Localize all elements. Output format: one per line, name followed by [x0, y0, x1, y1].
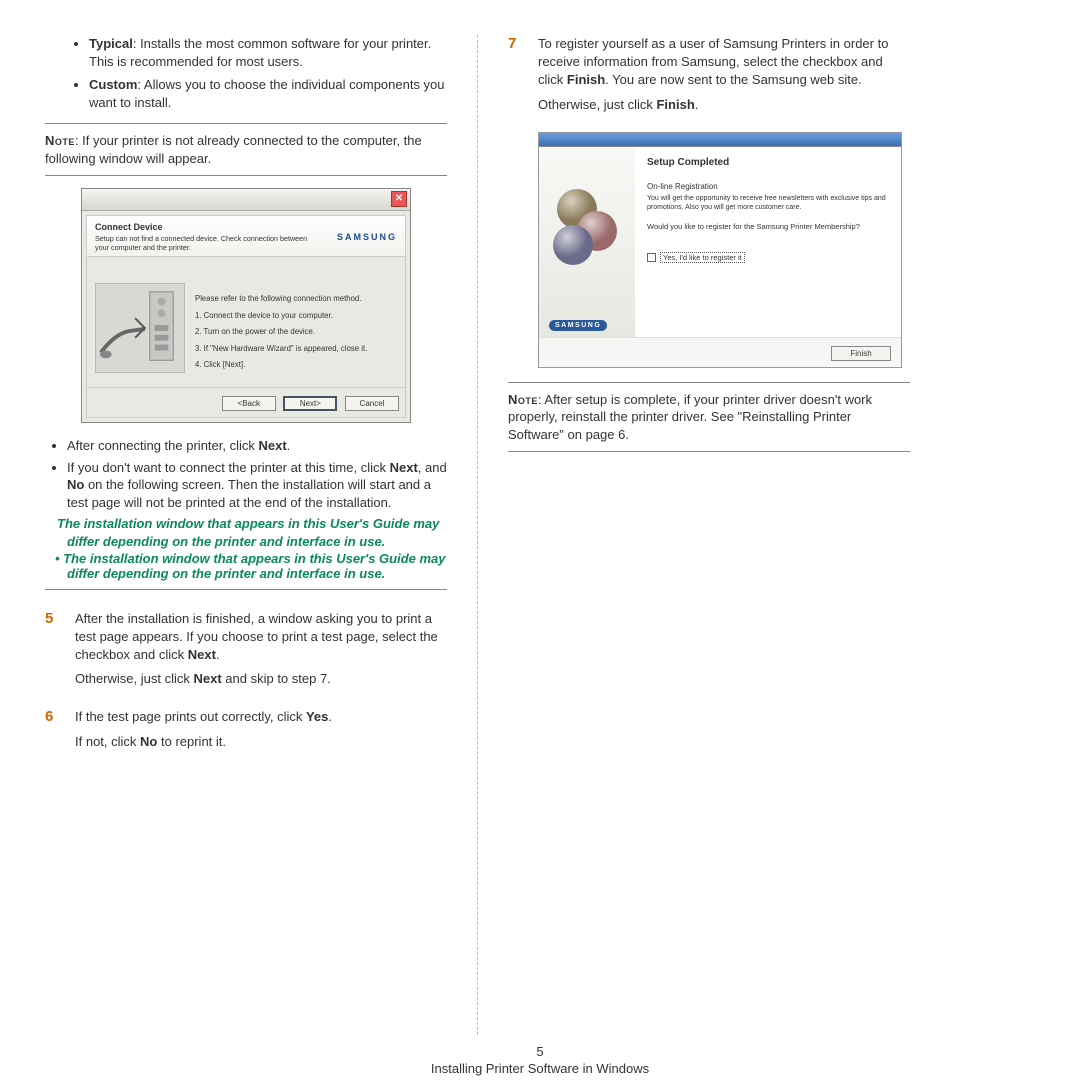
- custom-text: : Allows you to choose the individual co…: [89, 77, 445, 110]
- samsung-logo: SAMSUNG: [549, 320, 607, 331]
- note-body: : After setup is complete, if your print…: [508, 392, 872, 442]
- registration-subhead: On-line Registration: [647, 182, 889, 191]
- typical-text: : Installs the most common software for …: [89, 36, 431, 69]
- step-4: 4. Click [Next].: [195, 359, 367, 371]
- note-reinstall: Note: After setup is complete, if your p…: [508, 389, 910, 448]
- left-column: Typical: Installs the most common softwa…: [45, 35, 473, 1035]
- dialog-titlebar: ✕: [82, 189, 410, 211]
- page-number: 5: [0, 1044, 1080, 1059]
- finish-button[interactable]: Finish: [831, 346, 891, 361]
- rule: [45, 589, 447, 590]
- dialog-subtext: Setup can not find a connected device. C…: [95, 234, 315, 252]
- note-not-connected: Note: If your printer is not already con…: [45, 130, 447, 171]
- green-disclaimer: The installation window that appears in …: [49, 515, 447, 550]
- cancel-button[interactable]: Cancel: [345, 396, 399, 411]
- registration-desc: You will get the opportunity to receive …: [647, 194, 889, 212]
- dialog-sidebar: SAMSUNG: [539, 147, 635, 337]
- step-number: 6: [45, 708, 63, 756]
- install-type-typical: Typical: Installs the most common softwa…: [89, 35, 447, 70]
- custom-label: Custom: [89, 77, 137, 92]
- samsung-logo: SAMSUNG: [337, 232, 397, 242]
- dialog-titlebar: [539, 133, 901, 147]
- install-type-list: Typical: Installs the most common softwa…: [45, 35, 447, 111]
- register-checkbox[interactable]: Yes, I'd like to register it: [647, 253, 889, 263]
- note-body: : If your printer is not already connect…: [45, 133, 422, 166]
- checkbox-label: Yes, I'd like to register it: [660, 252, 745, 263]
- back-button[interactable]: <Back: [222, 396, 276, 411]
- connect-device-dialog: ✕ Connect Device Setup can not find a co…: [81, 188, 411, 423]
- step-7: 7 To register yourself as a user of Sams…: [508, 35, 910, 120]
- step-number: 7: [508, 35, 526, 120]
- registration-question: Would you like to register for the Samsu…: [647, 222, 889, 231]
- right-column: 7 To register yourself as a user of Sams…: [482, 35, 910, 1035]
- page-footer: 5 Installing Printer Software in Windows: [0, 1044, 1080, 1076]
- next-button[interactable]: Next>: [283, 396, 337, 411]
- rule: [45, 175, 447, 176]
- note-prefix: Note: [45, 133, 75, 148]
- install-type-custom: Custom: Allows you to choose the individ…: [89, 76, 447, 111]
- rule: [508, 382, 910, 383]
- note-prefix: Note: [508, 392, 538, 407]
- step-2: 2. Turn on the power of the device.: [195, 326, 367, 338]
- step-6: 6 If the test page prints out correctly,…: [45, 708, 447, 756]
- steps-intro: Please refer to the following connection…: [195, 293, 367, 305]
- step-5: 5 After the installation is finished, a …: [45, 610, 447, 695]
- checkbox-icon[interactable]: [647, 253, 656, 262]
- step-1: 1. Connect the device to your computer.: [195, 310, 367, 322]
- rule: [508, 451, 910, 452]
- green-disclaimer: • The installation window that appears i…: [45, 551, 447, 581]
- column-divider: [477, 35, 478, 1035]
- skip-connect: If you don't want to connect the printer…: [67, 459, 447, 512]
- dialog-heading: Connect Device: [95, 222, 315, 232]
- close-icon[interactable]: ✕: [391, 191, 407, 207]
- spheres-icon: [549, 183, 625, 273]
- step-number: 5: [45, 610, 63, 695]
- rule: [45, 123, 447, 124]
- step-3: 3. If "New Hardware Wizard" is appeared,…: [195, 343, 367, 355]
- typical-label: Typical: [89, 36, 133, 51]
- setup-completed-dialog: SAMSUNG Setup Completed On-line Registra…: [538, 132, 902, 368]
- after-connect-next: After connecting the printer, click Next…: [67, 437, 447, 455]
- chapter-title: Installing Printer Software in Windows: [0, 1061, 1080, 1076]
- after-connect-list: After connecting the printer, click Next…: [45, 437, 447, 550]
- connection-illustration: [95, 283, 185, 373]
- dialog-heading: Setup Completed: [647, 157, 889, 168]
